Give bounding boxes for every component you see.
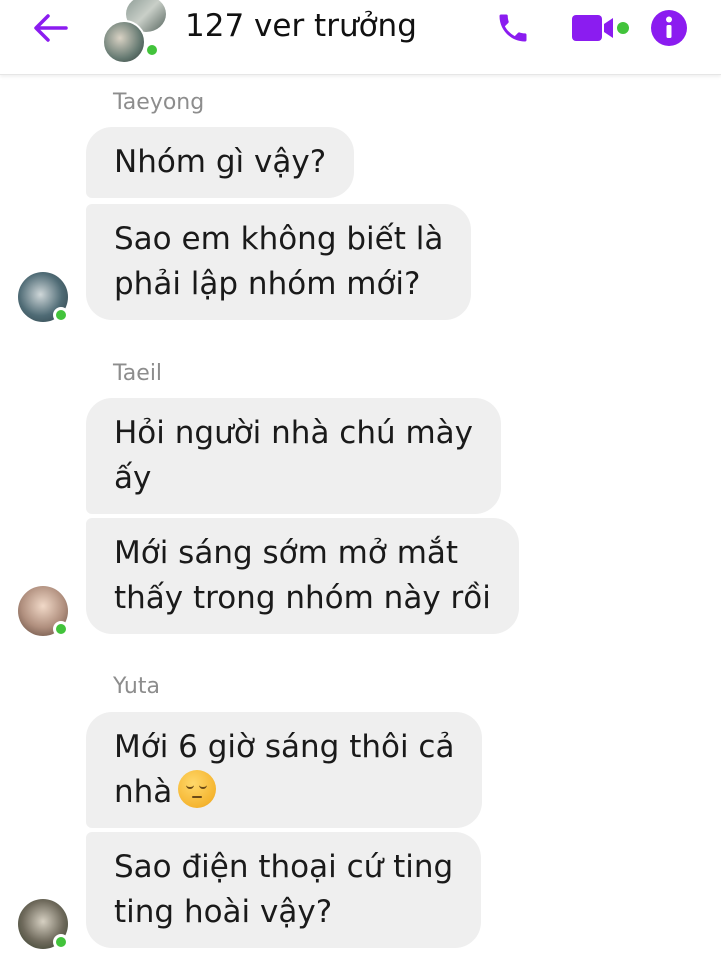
message-bubble[interactable]: Mới 6 giờ sáng thôi cả nhà — [86, 712, 483, 828]
message-text-line: nhà — [114, 770, 454, 815]
message-text-line: Sao em không biết là — [114, 221, 444, 257]
phone-icon — [499, 14, 527, 42]
message-text-line: Mới sáng sớm mở mắt — [114, 535, 459, 571]
sender-name: Taeyong — [113, 90, 205, 115]
message-bubble[interactable]: Sao em không biết là phải lập nhóm mới? — [86, 204, 472, 320]
message-text: nhà — [114, 774, 173, 810]
message-bubble[interactable]: Nhóm gì vậy? — [86, 127, 355, 198]
online-status-dot — [53, 621, 69, 637]
video-camera-icon — [572, 15, 629, 41]
chat-title[interactable]: 127 ver trưởng — [185, 8, 417, 44]
message-text-line: Sao điện thoại cứ ting — [114, 849, 454, 885]
message-text-line: thấy trong nhóm này rồi — [114, 580, 491, 616]
chat-header: 127 ver trưởng — [0, 0, 721, 75]
pensive-face-emoji — [178, 770, 217, 808]
online-status-dot — [144, 42, 160, 58]
online-status-dot — [53, 934, 69, 950]
sender-name: Taeil — [113, 361, 163, 386]
message-text-line: ấy — [114, 460, 152, 496]
video-call-button[interactable] — [566, 8, 634, 48]
message-text-line: Mới 6 giờ sáng thôi cả — [114, 729, 455, 765]
message-text-line: ting hoài vậy? — [114, 894, 333, 930]
message-bubble[interactable]: Sao điện thoại cứ ting ting hoài vậy? — [86, 832, 482, 948]
message-text: Nhóm gì vậy? — [114, 144, 327, 180]
message-bubble[interactable]: Mới sáng sớm mở mắt thấy trong nhóm này … — [86, 518, 519, 634]
message-bubble[interactable]: Hỏi người nhà chú mày ấy — [86, 398, 502, 514]
back-button[interactable] — [30, 10, 70, 46]
back-arrow-icon — [34, 14, 68, 42]
message-text-line: phải lập nhóm mới? — [114, 266, 421, 302]
info-icon — [651, 10, 687, 46]
group-avatar[interactable] — [100, 0, 170, 64]
info-button[interactable] — [648, 8, 690, 48]
sender-name: Yuta — [113, 674, 160, 699]
message-text-line: Hỏi người nhà chú mày — [114, 415, 474, 451]
online-status-dot — [53, 307, 69, 323]
group-avatar-photo-2 — [102, 20, 146, 64]
voice-call-button[interactable] — [488, 8, 538, 48]
